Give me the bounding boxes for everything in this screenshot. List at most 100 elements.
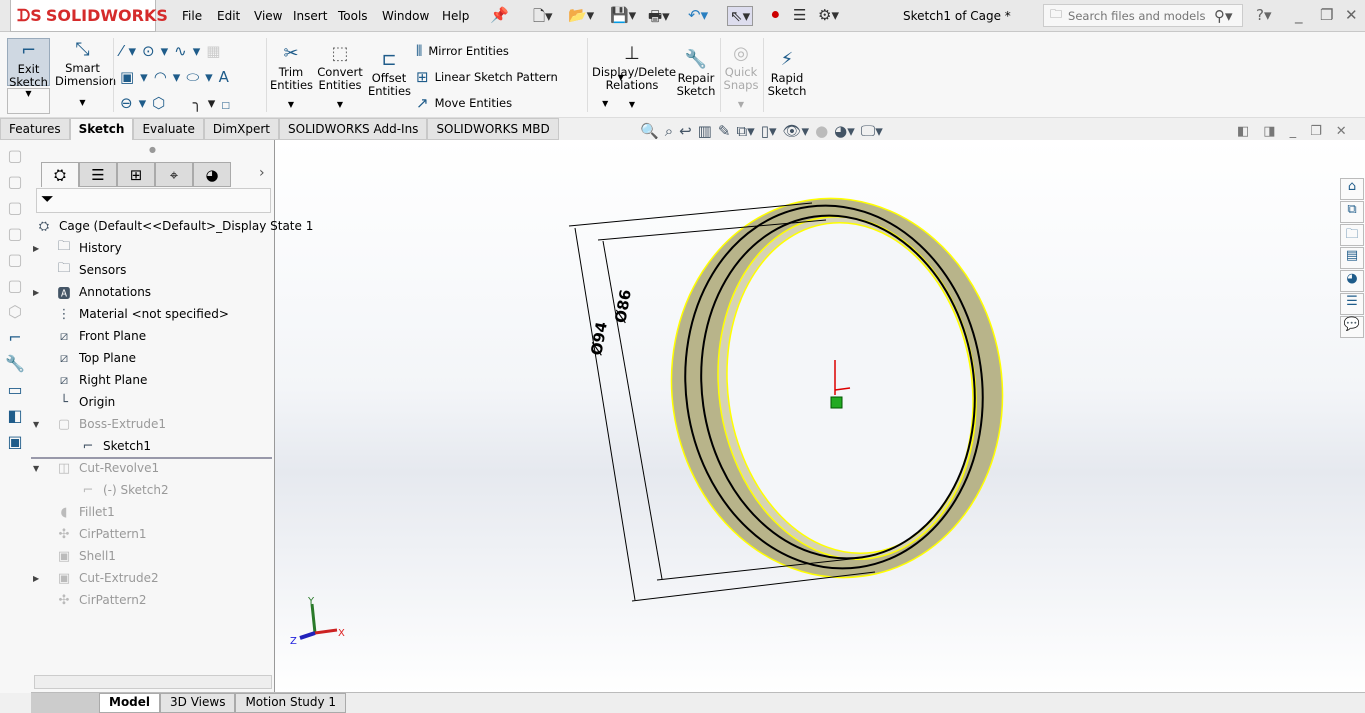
rollback-bar[interactable] xyxy=(31,457,272,459)
view-palette-icon[interactable]: ▤ xyxy=(1340,247,1364,269)
tab-3d-views[interactable]: 3D Views xyxy=(160,693,236,713)
property-manager-tab[interactable]: ☰ xyxy=(79,162,117,187)
close-icon[interactable]: ✕ xyxy=(1345,6,1358,24)
minimize-icon[interactable]: _ xyxy=(1295,6,1303,24)
extrude-icon[interactable]: ◧ xyxy=(5,406,25,426)
cut-icon[interactable]: ▣ xyxy=(5,432,25,452)
menu-window[interactable]: Window xyxy=(382,9,429,23)
tree-item[interactable]: 🗀 Sensors xyxy=(55,259,126,281)
expand-toggle-icon[interactable]: ▶ xyxy=(33,288,39,297)
tree-item[interactable]: ▶ 🅰 Annotations xyxy=(33,281,151,303)
graphics-area[interactable]: Ø94 Ø86 Y X Z xyxy=(275,140,1365,693)
dynamic-annotation-icon[interactable]: ✎ xyxy=(718,122,731,140)
exit-sketch-button[interactable]: ⌐ Exit Sketch xyxy=(7,38,50,89)
edit-appearance-icon[interactable]: ● xyxy=(815,122,828,140)
save-icon[interactable]: 💾▾ xyxy=(610,6,636,24)
tab-model[interactable]: Model xyxy=(99,693,161,713)
search-icon[interactable]: ⚲▾ xyxy=(1214,7,1233,25)
expand-toggle-icon[interactable]: ▼ xyxy=(33,464,39,473)
file-explorer-icon[interactable]: 🗀 xyxy=(1340,224,1364,246)
convert-entities-button[interactable]: ⬚ Convert Entities ▼ xyxy=(317,42,363,111)
shaded-cube-icon[interactable]: ⬡ xyxy=(5,302,25,322)
help-icon[interactable]: ?▾ xyxy=(1256,6,1272,24)
tab-features[interactable]: Features xyxy=(0,118,70,140)
menu-file[interactable]: File xyxy=(182,9,202,23)
tree-item[interactable]: ◖ Fillet1 xyxy=(55,501,115,523)
cube-view-icon[interactable]: ▢ xyxy=(5,276,25,296)
model-view[interactable]: Ø94 Ø86 Y X Z xyxy=(275,140,1365,693)
display-manager-tab[interactable]: ◕ xyxy=(193,162,231,187)
forum-icon[interactable]: 💬 xyxy=(1340,316,1364,338)
select-icon[interactable]: ⇖▾ xyxy=(727,6,754,26)
menu-tools[interactable]: Tools xyxy=(338,9,368,23)
cube-view-icon[interactable]: ▢ xyxy=(5,172,25,192)
tree-item[interactable]: ▼ ▢ Boss-Extrude1 xyxy=(33,413,166,435)
design-library-icon[interactable]: ⧉ xyxy=(1340,201,1364,223)
exit-sketch-dropdown[interactable]: ▼ xyxy=(7,88,50,114)
menu-help[interactable]: Help xyxy=(442,9,469,23)
viewport-close-icon[interactable]: ✕ xyxy=(1336,124,1347,139)
home-icon[interactable]: ⌂ xyxy=(1340,178,1364,200)
smart-dimension-button[interactable]: ⤡ Smart Dimension ▼ xyxy=(55,38,116,109)
sketch-entity-tools[interactable]: ⁄▾⊙▾∿▾▦ ▣▾◠▾⬭▾A ⊖▾⬡ ╮▾□ xyxy=(120,38,236,119)
move-entities-button[interactable]: ↗ Move Entities ▼ xyxy=(416,94,608,112)
tree-item[interactable]: └ Origin xyxy=(55,391,115,413)
tree-item[interactable]: ⧄ Front Plane xyxy=(55,325,146,347)
rebuild-icon[interactable]: ⚫ xyxy=(769,6,782,24)
custom-properties-icon[interactable]: ☰ xyxy=(1340,293,1364,315)
appearances-icon[interactable]: ◕ xyxy=(1340,270,1364,292)
zoom-to-fit-icon[interactable]: 🔍 xyxy=(640,122,659,140)
viewport-minimize-icon[interactable]: _ xyxy=(1290,124,1297,139)
tree-root-part[interactable]: ⛭ Cage (Default<<Default>_Display State 1 xyxy=(35,215,314,237)
tile-left-icon[interactable]: ◧ xyxy=(1237,124,1249,139)
view-settings-icon[interactable]: 🖵▾ xyxy=(861,122,883,140)
trim-entities-button[interactable]: ✂ Trim Entities ▼ xyxy=(270,42,313,111)
undo-icon[interactable]: ↶▾ xyxy=(688,6,708,24)
expand-toggle-icon[interactable]: ▼ xyxy=(33,420,39,429)
tree-item[interactable]: ▶ 🗀 History xyxy=(33,237,122,259)
expand-toggle-icon[interactable]: ▶ xyxy=(33,574,39,583)
zoom-area-icon[interactable]: ⌕ xyxy=(665,122,673,140)
tree-item[interactable]: ▶ ▣ Cut-Extrude2 xyxy=(33,567,159,589)
pin-icon[interactable]: 📌 xyxy=(490,6,509,24)
tab-scroll-buttons[interactable] xyxy=(31,693,99,713)
configuration-manager-tab[interactable]: ⊞ xyxy=(117,162,155,187)
display-delete-relations-button[interactable]: ⊥ Display/Delete Relations ▼ xyxy=(592,42,676,111)
restore-icon[interactable]: ❐ xyxy=(1320,6,1333,24)
quick-snaps-button[interactable]: ◎ Quick Snaps ▼ xyxy=(723,42,759,111)
tab-evaluate[interactable]: Evaluate xyxy=(133,118,204,140)
offset-entities-button[interactable]: ⊏ Offset Entities xyxy=(368,48,411,98)
tab-addins[interactable]: SOLIDWORKS Add-Ins xyxy=(279,118,428,140)
cube-view-icon[interactable]: ▢ xyxy=(5,250,25,270)
search-input[interactable] xyxy=(1068,8,1209,23)
panel-tabs-more-icon[interactable]: › xyxy=(259,165,265,181)
options-gear-icon[interactable]: ⚙▾ xyxy=(818,6,839,24)
hide-show-icon[interactable]: 👁▾ xyxy=(782,122,809,140)
search-box[interactable]: 🗀 ⚲▾ xyxy=(1043,4,1243,27)
menu-insert[interactable]: Insert xyxy=(293,9,327,23)
print-icon[interactable]: 🖶▾ xyxy=(648,6,670,31)
cube-view-icon[interactable]: ▢ xyxy=(5,146,25,166)
solidworks-logo[interactable]: ᗪS SOLIDWORKS xyxy=(10,0,168,32)
tab-mbd[interactable]: SOLIDWORKS MBD xyxy=(427,118,559,140)
tree-filter[interactable]: ⏷ xyxy=(36,188,271,213)
open-icon[interactable]: 📂▾ xyxy=(568,6,594,24)
feature-manager-tab[interactable]: ⛭ xyxy=(41,162,79,187)
dimxpert-manager-tab[interactable]: ⌖ xyxy=(155,162,193,187)
cube-view-icon[interactable]: ▢ xyxy=(5,198,25,218)
tree-item[interactable]: ▣ Shell1 xyxy=(55,545,116,567)
tile-right-icon[interactable]: ◨ xyxy=(1263,124,1275,139)
sketch-icon[interactable]: ⌐ xyxy=(5,328,25,348)
tree-item[interactable]: ✣ CirPattern1 xyxy=(55,523,147,545)
previous-view-icon[interactable]: ↩ xyxy=(679,122,692,140)
tree-item[interactable]: ⋮ Material <not specified> xyxy=(55,303,229,325)
cube-view-icon[interactable]: ▢ xyxy=(5,224,25,244)
ring-model[interactable] xyxy=(647,177,1027,599)
expand-toggle-icon[interactable]: ▶ xyxy=(33,244,39,253)
scenes-icon[interactable]: ◕▾ xyxy=(834,122,855,140)
view-orientation-icon[interactable]: ⧉▾ xyxy=(736,122,754,140)
new-document-icon[interactable]: 🗋▾ xyxy=(533,6,553,31)
tree-horizontal-scrollbar[interactable] xyxy=(34,675,272,689)
menu-edit[interactable]: Edit xyxy=(217,9,240,23)
repair-sketch-button[interactable]: 🔧 Repair Sketch xyxy=(676,48,716,98)
